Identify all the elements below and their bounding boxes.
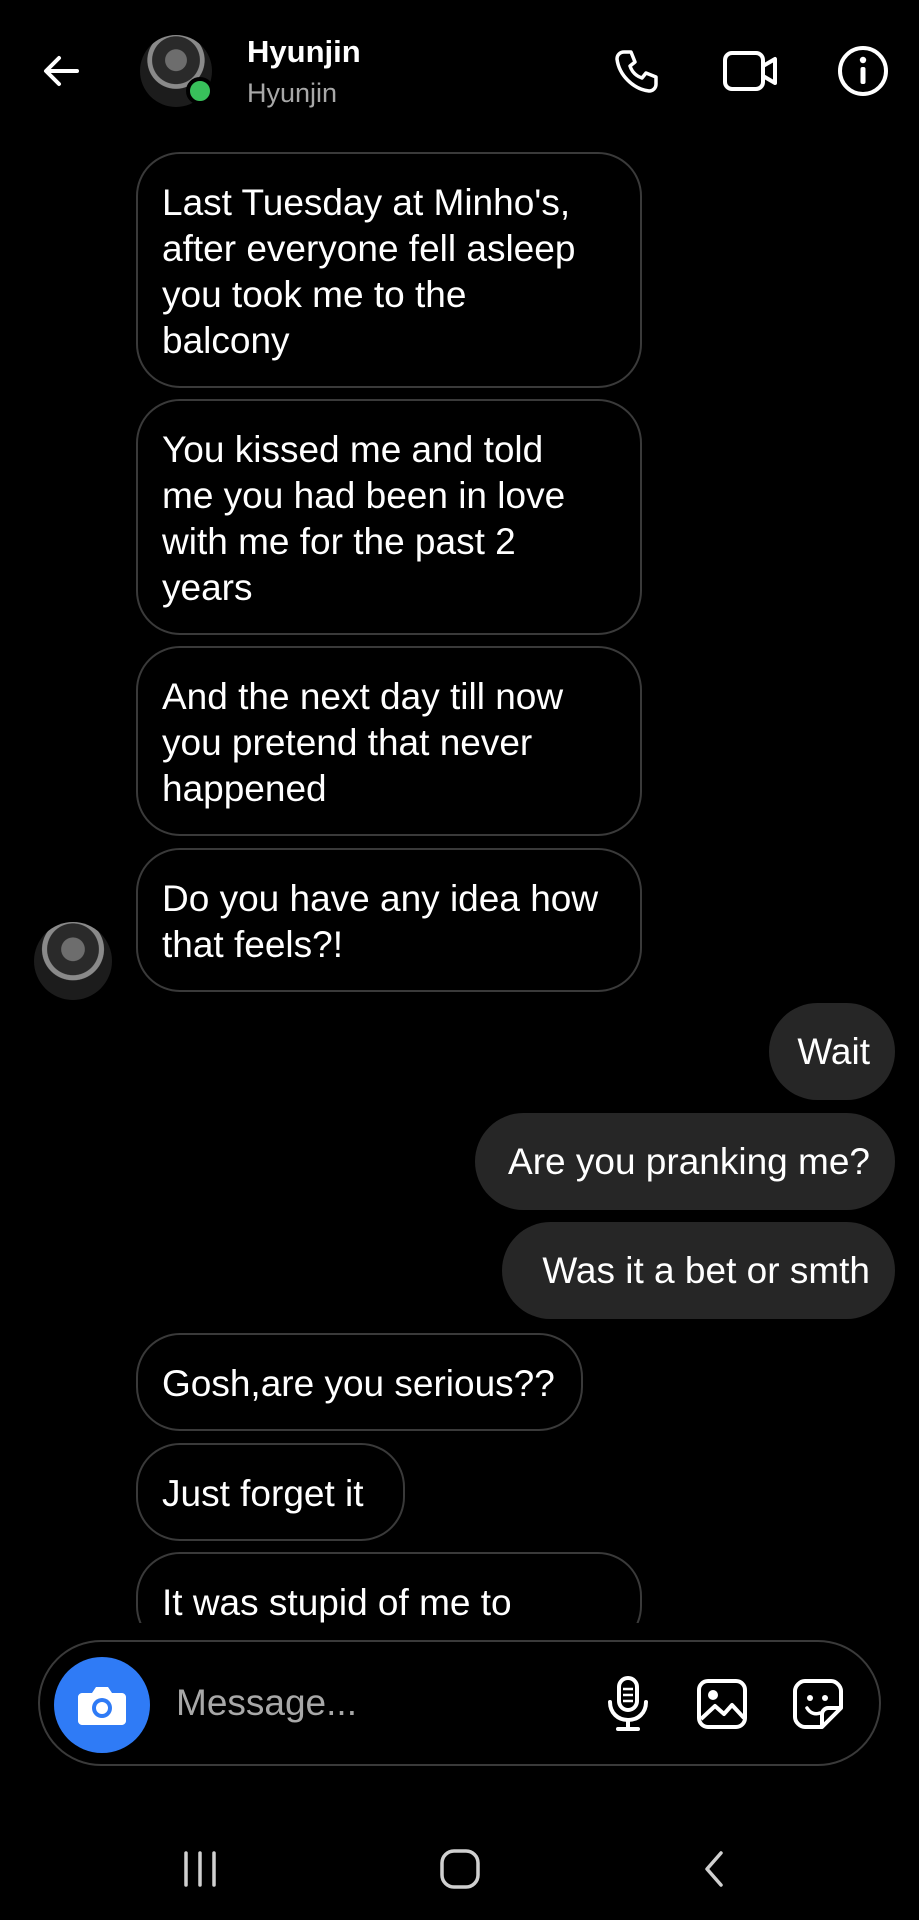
home-icon: [440, 1849, 480, 1889]
gallery-icon: [697, 1679, 747, 1729]
message-list-cutoff: It was stupid of me to: [0, 1545, 919, 1623]
message-bubble-sent[interactable]: Was it a bet or smth: [502, 1222, 895, 1319]
camera-icon: [78, 1687, 126, 1725]
recents-button[interactable]: [160, 1834, 240, 1904]
info-icon: [838, 46, 888, 96]
sticker-button[interactable]: [786, 1672, 850, 1736]
message-composer: [38, 1640, 881, 1766]
message-bubble-received[interactable]: Last Tuesday at Minho's, after everyone …: [136, 152, 642, 388]
online-status-indicator: [186, 77, 214, 105]
contact-username: Hyunjin: [247, 78, 338, 108]
sticker-icon: [793, 1679, 843, 1729]
avatar-image: [34, 922, 112, 1000]
message-bubble-received[interactable]: It was stupid of me to: [136, 1552, 642, 1623]
camera-button[interactable]: [54, 1657, 150, 1753]
contact-name[interactable]: Hyunjin: [247, 34, 361, 70]
info-button[interactable]: [832, 40, 894, 102]
home-button[interactable]: [420, 1834, 500, 1904]
message-bubble-received[interactable]: Gosh,are you serious??: [136, 1333, 583, 1431]
message-bubble-received[interactable]: Do you have any idea how that feels?!: [136, 848, 642, 992]
message-bubble-received[interactable]: Just forget it: [136, 1443, 405, 1541]
message-bubble-sent[interactable]: Wait: [769, 1003, 895, 1100]
system-navigation-bar: [0, 1810, 919, 1920]
message-input[interactable]: [174, 1672, 598, 1734]
back-button[interactable]: [30, 40, 92, 102]
video-call-button[interactable]: [716, 40, 786, 102]
message-bubble-received[interactable]: And the next day till now you pretend th…: [136, 646, 642, 836]
voice-message-button[interactable]: [596, 1672, 660, 1736]
chat-header: Hyunjin Hyunjin: [0, 0, 919, 140]
sender-avatar[interactable]: [34, 922, 112, 1000]
recents-icon: [184, 1851, 216, 1887]
back-arrow-icon: [44, 56, 79, 86]
microphone-icon: [608, 1676, 648, 1731]
video-camera-icon: [723, 51, 777, 91]
profile-avatar[interactable]: [140, 35, 214, 107]
message-bubble-received[interactable]: You kissed me and told me you had been i…: [136, 399, 642, 635]
voice-call-button[interactable]: [606, 40, 668, 102]
phone-icon: [615, 50, 658, 93]
message-bubble-sent[interactable]: Are you pranking me?: [475, 1113, 895, 1210]
back-icon: [705, 1851, 723, 1887]
gallery-button[interactable]: [690, 1672, 754, 1736]
system-back-button[interactable]: [675, 1834, 755, 1904]
